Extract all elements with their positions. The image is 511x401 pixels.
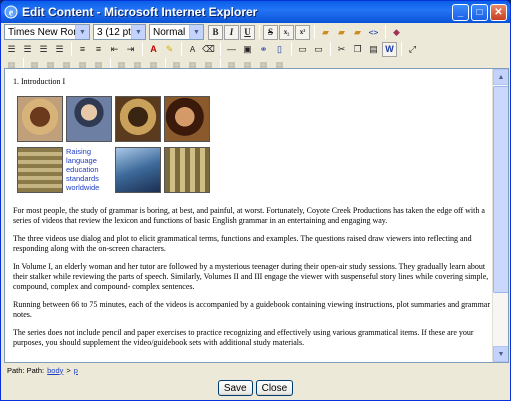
toolbar-separator	[330, 42, 331, 56]
paragraph: For most people, the study of grammar is…	[13, 206, 485, 225]
font-size-select[interactable]: 3 (12 pt) ▼	[93, 24, 146, 40]
path-label: Path: Path:	[7, 365, 45, 375]
dialog-footer: Save Close	[1, 375, 510, 400]
bullet-list-icon[interactable]: ≡	[91, 42, 106, 57]
photo-man-portrait[interactable]	[66, 96, 112, 142]
scroll-thumb[interactable]	[493, 86, 508, 293]
copy-folder-icon[interactable]: ▰	[334, 25, 349, 40]
paragraph: In Volume I, an elderly woman and her tu…	[13, 262, 489, 291]
italic-button[interactable]: I	[224, 24, 239, 40]
window-title: Edit Content - Microsoft Internet Explor…	[22, 5, 258, 19]
paragraph: Running between 66 to 75 minutes, each o…	[13, 300, 491, 319]
cut-folder-icon[interactable]: ▰	[318, 25, 333, 40]
toolbar-separator	[291, 42, 292, 56]
paste-icon[interactable]: ▤	[366, 42, 381, 57]
font-size-decrease-icon[interactable]: A	[185, 42, 200, 57]
underline-button[interactable]: U	[240, 24, 255, 40]
photo-colosseum[interactable]	[17, 147, 63, 193]
minimize-button[interactable]: _	[452, 3, 469, 21]
photo-woman-portrait[interactable]	[115, 96, 161, 142]
outdent-icon[interactable]: ⇤	[107, 42, 122, 57]
editor-toolbars: Times New Roman ▼ 3 (12 pt) ▼ Normal ▼ B…	[1, 23, 510, 72]
numbered-list-icon[interactable]: ≡	[75, 42, 90, 57]
insert-object-icon[interactable]: ▣	[240, 42, 255, 57]
photo-colosseum-2[interactable]	[164, 147, 210, 193]
chevron-down-icon[interactable]: ▼	[189, 25, 203, 39]
indent-icon[interactable]: ⇥	[123, 42, 138, 57]
attachment-icon[interactable]: ▯	[272, 42, 287, 57]
strikethrough-button[interactable]: S	[263, 24, 278, 40]
align-center-icon[interactable]: ☰	[20, 42, 35, 57]
internet-explorer-icon: e	[4, 5, 18, 19]
copy-icon[interactable]: ❐	[350, 42, 365, 57]
toolbar-separator	[385, 25, 386, 39]
toolbar-row-1: Times New Roman ▼ 3 (12 pt) ▼ Normal ▼ B…	[4, 24, 405, 40]
insert-link-icon[interactable]: ⚭	[256, 42, 271, 57]
toolbar-row-2: ☰ ☰ ☰ ☰ ≡ ≡ ⇤ ⇥ A ✎ A ⌫ — ▣ ⚭ ▯ ▭ ▭ ✂ ❐	[4, 41, 421, 57]
superscript-button[interactable]: x²	[295, 24, 310, 40]
toolbar-separator	[259, 25, 260, 39]
toolbar-separator	[142, 42, 143, 56]
paragraph-style-value: Normal	[153, 26, 186, 38]
clear-formatting-icon[interactable]: ⌫	[201, 42, 216, 57]
insert-table-icon[interactable]: ▭	[295, 42, 310, 57]
toolbar-separator	[314, 25, 315, 39]
editor-content-area[interactable]: 1. Introduction I Raising language educa…	[4, 68, 509, 363]
align-left-icon[interactable]: ☰	[4, 42, 19, 57]
path-p-link[interactable]: p	[74, 366, 78, 375]
editor-window: e Edit Content - Microsoft Internet Expl…	[0, 0, 511, 401]
toolbar-separator	[401, 42, 402, 56]
scroll-up-icon[interactable]: ▲	[493, 69, 508, 85]
close-window-button[interactable]: ✕	[490, 3, 507, 21]
justify-icon[interactable]: ☰	[52, 42, 67, 57]
horizontal-rule-icon[interactable]: —	[224, 42, 239, 57]
paste-folder-icon[interactable]: ▰	[350, 25, 365, 40]
fullscreen-icon[interactable]: ⤢	[405, 42, 420, 57]
title-bar[interactable]: e Edit Content - Microsoft Internet Expl…	[1, 1, 510, 23]
save-button[interactable]: Save	[217, 380, 253, 396]
toolbar-separator	[71, 42, 72, 56]
subscript-button[interactable]: x₂	[279, 24, 294, 40]
toolbar-separator	[181, 42, 182, 56]
html-source-button[interactable]: <>	[366, 25, 381, 40]
photo-woman-smiling[interactable]	[17, 96, 63, 142]
chevron-down-icon[interactable]: ▼	[75, 25, 89, 39]
toolbar-separator	[220, 42, 221, 56]
spellcheck-icon[interactable]: ◆	[389, 25, 404, 40]
svg-text:e: e	[9, 8, 14, 19]
paragraph: The three videos use dialog and plot to …	[13, 234, 472, 253]
font-size-value: 3 (12 pt)	[97, 26, 135, 38]
table-properties-icon[interactable]: ▭	[311, 42, 326, 57]
image-caption: Raising language education standards wor…	[66, 147, 100, 192]
vertical-scrollbar[interactable]: ▲ ▼	[492, 69, 508, 362]
cut-icon[interactable]: ✂	[334, 42, 349, 57]
photo-man-face[interactable]	[164, 96, 210, 142]
font-family-select[interactable]: Times New Roman ▼	[4, 24, 90, 40]
image-grid: Raising language education standards wor…	[17, 96, 491, 193]
close-button[interactable]: Close	[255, 380, 294, 396]
path-body-link[interactable]: body	[47, 366, 63, 375]
align-right-icon[interactable]: ☰	[36, 42, 51, 57]
path-separator: >	[66, 365, 71, 375]
chevron-down-icon[interactable]: ▼	[131, 25, 145, 39]
document-body[interactable]: 1. Introduction I Raising language educa…	[13, 77, 491, 356]
scroll-down-icon[interactable]: ▼	[493, 346, 508, 362]
font-color-icon[interactable]: A	[146, 42, 161, 57]
bold-button[interactable]: B	[208, 24, 223, 40]
paragraph-style-select[interactable]: Normal ▼	[149, 24, 204, 40]
paragraph: The series does not include pencil and p…	[13, 328, 474, 347]
highlight-icon[interactable]: ✎	[162, 42, 177, 57]
photo-skyscrapers[interactable]	[115, 147, 161, 193]
document-heading: 1. Introduction I	[13, 77, 66, 86]
maximize-button[interactable]: □	[471, 3, 488, 21]
paste-from-word-button[interactable]: W	[382, 41, 397, 57]
